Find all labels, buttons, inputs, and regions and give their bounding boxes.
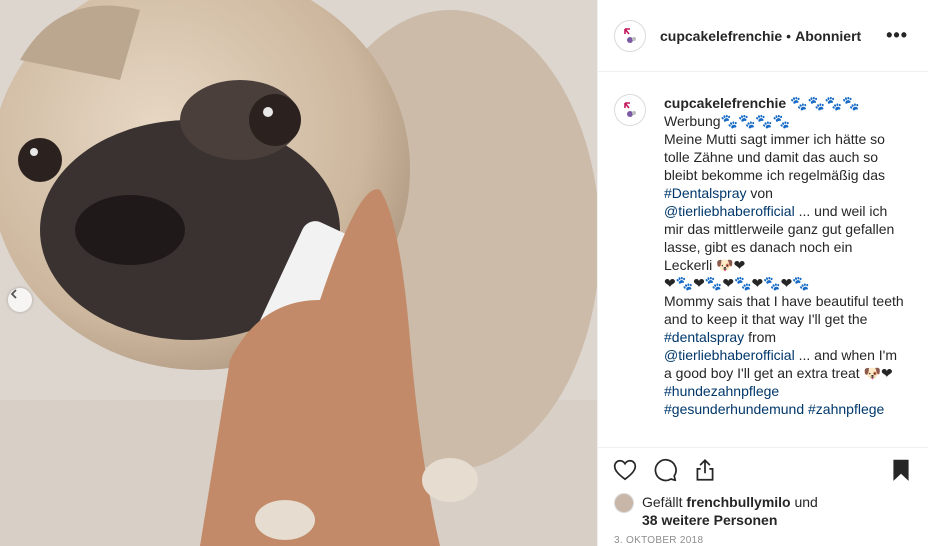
heart-icon[interactable] bbox=[612, 457, 638, 483]
comment-icon[interactable] bbox=[652, 457, 678, 483]
liker-avatar[interactable] bbox=[614, 493, 634, 513]
post-author-username[interactable]: cupcakelefrenchie bbox=[660, 28, 782, 44]
likes-text: Gefällt frenchbullymilo und 38 weitere P… bbox=[642, 493, 818, 529]
header-separator: • bbox=[786, 27, 792, 44]
previous-photo-button[interactable] bbox=[8, 288, 32, 312]
caption-text-en: Mommy sais that I have beautiful teeth a… bbox=[664, 293, 904, 327]
caption-text-de: Meine Mutti sagt immer ich hätte so toll… bbox=[664, 131, 885, 183]
chevron-left-icon bbox=[10, 289, 17, 299]
bookmark-icon[interactable] bbox=[888, 457, 914, 483]
avatar[interactable] bbox=[614, 19, 646, 52]
likes-summary: Gefällt frenchbullymilo und 38 weitere P… bbox=[598, 491, 928, 529]
more-options-button[interactable]: ••• bbox=[882, 21, 912, 50]
post-header: cupcakelefrenchie • Abonniert ••• bbox=[598, 0, 928, 72]
profile-logo-icon bbox=[624, 102, 636, 117]
follow-status[interactable]: Abonniert bbox=[795, 28, 861, 44]
caption-paws: 🐾🐾🐾🐾 bbox=[790, 95, 860, 111]
liker-username[interactable]: frenchbullymilo bbox=[686, 494, 790, 510]
action-bar bbox=[598, 447, 928, 491]
post-caption: cupcakelefrenchie 🐾🐾🐾🐾 Werbung🐾🐾🐾🐾 Meine… bbox=[664, 94, 904, 418]
likes-prefix: Gefällt bbox=[642, 494, 683, 510]
caption-username[interactable]: cupcakelefrenchie bbox=[664, 95, 786, 111]
mention-link[interactable]: @tierliebhaberofficial bbox=[664, 347, 795, 363]
hashtag-link[interactable]: #Dentalspray bbox=[664, 185, 747, 201]
caption-hearts: ❤🐾❤🐾❤🐾❤🐾❤🐾 bbox=[664, 275, 810, 291]
hashtag-link[interactable]: #hundezahnpflege bbox=[664, 382, 904, 400]
hashtag-link[interactable]: #zahnpflege bbox=[808, 401, 884, 417]
post-modal: cupcakelefrenchie • Abonniert ••• cupcak… bbox=[0, 0, 928, 546]
mention-link[interactable]: @tierliebhaberofficial bbox=[664, 203, 795, 219]
caption-row: cupcakelefrenchie 🐾🐾🐾🐾 Werbung🐾🐾🐾🐾 Meine… bbox=[614, 94, 912, 418]
hashtag-link[interactable]: #dentalspray bbox=[664, 329, 744, 345]
post-photo[interactable] bbox=[0, 0, 597, 546]
caption-werbung: Werbung🐾🐾🐾🐾 bbox=[664, 113, 791, 129]
caption-area: cupcakelefrenchie 🐾🐾🐾🐾 Werbung🐾🐾🐾🐾 Meine… bbox=[598, 72, 928, 447]
post-side-panel: cupcakelefrenchie • Abonniert ••• cupcak… bbox=[597, 0, 928, 546]
dog-photo-illustration bbox=[0, 0, 597, 546]
share-icon[interactable] bbox=[692, 457, 718, 483]
caption-text: from bbox=[748, 329, 777, 345]
profile-logo-icon bbox=[624, 27, 636, 43]
hashtag-link[interactable]: #gesunderhundemund bbox=[664, 401, 804, 417]
post-date[interactable]: 3. OKTOBER 2018 bbox=[598, 529, 928, 546]
caption-text: von bbox=[750, 185, 773, 201]
likes-others-link[interactable]: 38 weitere Personen bbox=[642, 512, 777, 528]
caption-avatar[interactable] bbox=[614, 94, 646, 126]
likes-conj: und bbox=[794, 494, 818, 510]
